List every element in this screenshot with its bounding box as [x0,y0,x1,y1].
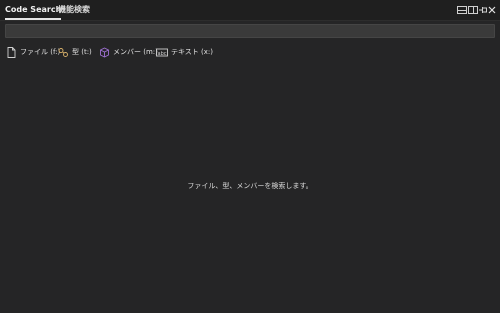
tab-code-search[interactable]: Code Search [5,0,62,21]
search-input[interactable] [5,24,495,38]
svg-text:abc: abc [158,50,167,56]
file-icon [6,46,17,58]
filter-member[interactable]: メンバー (m:) [99,45,158,59]
tab-feature-search[interactable]: 機能検索 [58,0,90,21]
text-abc-icon: abc [156,47,168,58]
filter-file[interactable]: ファイル (f:) [6,45,60,59]
title-bar: Code Search 機能検索 [0,0,500,21]
member-cube-icon [99,46,110,58]
filter-file-label: ファイル (f:) [20,48,61,56]
dock-side-icon[interactable] [468,5,478,15]
filter-member-label: メンバー (m:) [113,48,158,56]
filter-type[interactable]: 型 (t:) [58,45,92,59]
type-icon [58,47,69,58]
filter-type-label: 型 (t:) [72,48,92,56]
empty-state-message: ファイル、型、メンバーを検索します。 [187,182,313,190]
filter-text-label: テキスト (x:) [171,48,213,56]
filter-text[interactable]: abc テキスト (x:) [156,45,213,59]
dock-bottom-icon[interactable] [457,5,467,15]
close-icon[interactable] [487,5,497,15]
